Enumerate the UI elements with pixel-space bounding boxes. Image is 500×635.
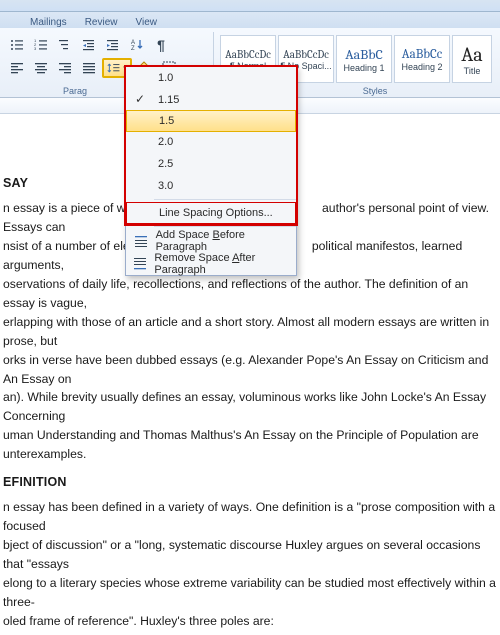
add-space-before-icon	[132, 232, 150, 250]
svg-text:3: 3	[34, 46, 37, 51]
svg-text:Z: Z	[131, 46, 135, 52]
style-title[interactable]: AaTitle	[452, 35, 492, 83]
remove-space-after[interactable]: Remove Space After Paragraph	[126, 252, 296, 275]
align-center-button[interactable]	[30, 58, 52, 78]
show-marks-button[interactable]: ¶	[150, 35, 172, 55]
para: oservations of daily life, recollections…	[3, 275, 496, 313]
style-heading2[interactable]: AaBbCcHeading 2	[394, 35, 450, 83]
check-icon: ✓	[135, 92, 145, 106]
para: erlapping with those of an article and a…	[3, 313, 496, 351]
line-spacing-options[interactable]: Line Spacing Options...	[126, 202, 296, 224]
increase-indent-button[interactable]	[102, 35, 124, 55]
heading-definition: EFINITION	[3, 473, 496, 492]
tab-review[interactable]: Review	[85, 17, 118, 28]
menu-separator	[154, 199, 296, 200]
decrease-indent-button[interactable]	[78, 35, 100, 55]
para: elong to a literary species whose extrem…	[3, 574, 496, 612]
window-titlebar	[0, 0, 500, 12]
bullets-button[interactable]	[6, 35, 28, 55]
tab-view[interactable]: View	[135, 17, 157, 28]
group-label-styles: Styles	[300, 86, 450, 96]
sort-button[interactable]: AZ	[126, 35, 148, 55]
add-space-before[interactable]: Add Space Before Paragraph	[126, 229, 296, 252]
line-spacing-dropdown: 1.0 ✓1.15 1.5 2.0 2.5 3.0 Line Spacing O…	[125, 66, 297, 276]
spacing-option-2.0[interactable]: 2.0	[126, 131, 296, 153]
align-right-button[interactable]	[54, 58, 76, 78]
ribbon-tabs: Mailings Review View	[0, 12, 500, 28]
menu-separator	[154, 226, 296, 227]
remove-space-after-icon	[132, 255, 148, 273]
para: n essay has been defined in a variety of…	[3, 498, 496, 536]
spacing-option-2.5[interactable]: 2.5	[126, 153, 296, 175]
para: oled frame of reference". Huxley's three…	[3, 612, 496, 631]
para: uman Understanding and Thomas Malthus's …	[3, 426, 496, 445]
spacing-option-1.5[interactable]: 1.5	[126, 110, 296, 132]
justify-button[interactable]	[78, 58, 100, 78]
spacing-option-3.0[interactable]: 3.0	[126, 175, 296, 197]
numbering-button[interactable]: 123	[30, 35, 52, 55]
align-left-button[interactable]	[6, 58, 28, 78]
tab-mailings[interactable]: Mailings	[30, 17, 67, 28]
para: bject of discussion" or a "long, systema…	[3, 536, 496, 574]
spacing-option-1.15[interactable]: ✓1.15	[126, 89, 296, 111]
style-heading1[interactable]: AaBbCHeading 1	[336, 35, 392, 83]
para: an). While brevity usually defines an es…	[3, 388, 496, 426]
spacing-option-1.0[interactable]: 1.0	[126, 67, 296, 89]
para: unterexamples.	[3, 445, 496, 464]
para: orks in verse have been dubbed essays (e…	[3, 351, 496, 389]
multilevel-list-button[interactable]	[54, 35, 76, 55]
